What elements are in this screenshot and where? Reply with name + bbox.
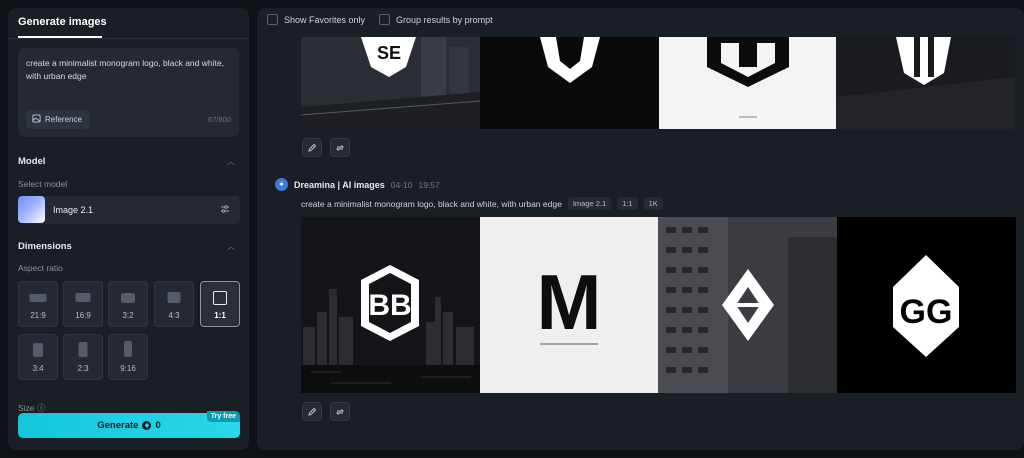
results-panel: Show Favorites only Group results by pro… [257, 8, 1024, 450]
tab-generate-images[interactable]: Generate images [18, 16, 107, 28]
ratio-1-1[interactable]: 1:1 [200, 281, 240, 327]
prompt-input[interactable]: create a minimalist monogram logo, black… [18, 48, 239, 137]
image-tile[interactable]: BB [301, 217, 480, 393]
model-section-title: Model [18, 156, 46, 167]
image-tile[interactable] [836, 37, 1015, 129]
dimensions-section-title: Dimensions [18, 241, 72, 252]
group-by-prompt-checkbox[interactable]: Group results by prompt [379, 14, 493, 25]
show-favorites-label: Show Favorites only [284, 14, 366, 25]
result-prompt-text[interactable]: create a minimalist monogram logo, black… [301, 199, 562, 209]
image-grid-2: BB M GG [301, 217, 1016, 393]
result-date: 04-10 [390, 179, 413, 190]
ratio-label: 1:1 [214, 311, 226, 320]
image-reference-icon [32, 114, 41, 125]
ratio-label: 16:9 [75, 311, 91, 320]
group-by-prompt-label: Group results by prompt [396, 14, 493, 25]
filter-bar: Show Favorites only Group results by pro… [267, 14, 493, 25]
ratio-tag: 1:1 [617, 197, 638, 210]
reference-button[interactable]: Reference [26, 110, 90, 129]
ratio-16-9[interactable]: 16:9 [63, 281, 103, 327]
ratio-shape [121, 293, 135, 303]
char-count: 67/800 [208, 115, 231, 124]
result-time: 19:57 [418, 179, 440, 190]
monogram-letters: BB [368, 289, 411, 322]
ratio-shape [213, 291, 227, 305]
result-prompt: create a minimalist monogram logo, black… [301, 197, 663, 210]
ratio-label: 3:2 [122, 311, 134, 320]
ratio-shape [78, 342, 88, 357]
author-name: Dreamina | AI images [294, 179, 385, 190]
ratio-4-3[interactable]: 4:3 [154, 281, 194, 327]
sidebar-header: Generate images [8, 8, 249, 39]
image-tile[interactable] [659, 37, 836, 129]
model-name: Image 2.1 [53, 205, 94, 215]
show-favorites-checkbox[interactable]: Show Favorites only [267, 14, 365, 25]
ratio-label: 4:3 [168, 311, 180, 320]
ratio-label: 9:16 [120, 364, 136, 373]
try-free-badge: Try free [206, 411, 240, 422]
ratio-3-2[interactable]: 3:2 [108, 281, 148, 327]
active-tab-underline [18, 36, 102, 38]
image-tile[interactable]: M [480, 217, 658, 393]
credit-icon: ◆ [142, 421, 152, 430]
image-tile[interactable] [480, 37, 659, 129]
regenerate-icon[interactable] [330, 402, 350, 421]
chevron-up-icon[interactable]: ︿ [227, 241, 235, 252]
image-grid-1: SE [301, 37, 1015, 129]
regenerate-icon[interactable] [330, 138, 350, 157]
image-tile[interactable] [658, 217, 837, 393]
ratio-9-16[interactable]: 9:16 [108, 334, 148, 380]
ratio-label: 3:4 [32, 364, 44, 373]
ratio-label: 2:3 [77, 364, 89, 373]
generate-button[interactable]: Generate ◆ 0 Try free [18, 411, 240, 438]
svg-text:SE: SE [377, 43, 401, 63]
image-tile[interactable]: GG [837, 217, 1016, 393]
sidebar: Generate images create a minimalist mono… [8, 8, 249, 450]
ratio-shape [29, 294, 47, 302]
aspect-ratio-label: Aspect ratio [18, 263, 63, 273]
edit-pencil-icon[interactable] [302, 138, 322, 157]
edit-pencil-icon[interactable] [302, 402, 322, 421]
result-meta: ✦ Dreamina | AI images 04-10 19:57 [275, 178, 440, 191]
monogram-letters: M [537, 258, 602, 346]
monogram-letters: GG [900, 293, 953, 331]
ratio-21-9[interactable]: 21:9 [18, 281, 58, 327]
chevron-up-icon[interactable]: ︿ [227, 156, 235, 167]
ratio-shape [75, 293, 91, 302]
select-model-label: Select model [18, 179, 68, 189]
reference-label: Reference [45, 115, 82, 124]
model-tag: Image 2.1 [567, 197, 612, 210]
prompt-text[interactable]: create a minimalist monogram logo, black… [26, 57, 226, 83]
ratio-shape [167, 292, 181, 303]
dreamina-logo-icon: ✦ [275, 178, 288, 191]
image-tile[interactable]: SE [301, 37, 480, 129]
credit-count: 0 [155, 420, 161, 431]
ratio-label: 21:9 [30, 311, 46, 320]
ratio-shape [124, 341, 132, 357]
settings-sliders-icon[interactable] [220, 204, 230, 217]
ratio-2-3[interactable]: 2:3 [63, 334, 103, 380]
model-selector[interactable]: Image 2.1 [18, 196, 240, 224]
ratio-3-4[interactable]: 3:4 [18, 334, 58, 380]
generate-label: Generate [97, 420, 139, 431]
checkbox-box[interactable] [379, 14, 391, 25]
resolution-tag: 1K [643, 197, 663, 210]
ratio-shape [33, 343, 43, 357]
model-thumbnail [18, 196, 45, 223]
checkbox-box[interactable] [267, 14, 278, 25]
